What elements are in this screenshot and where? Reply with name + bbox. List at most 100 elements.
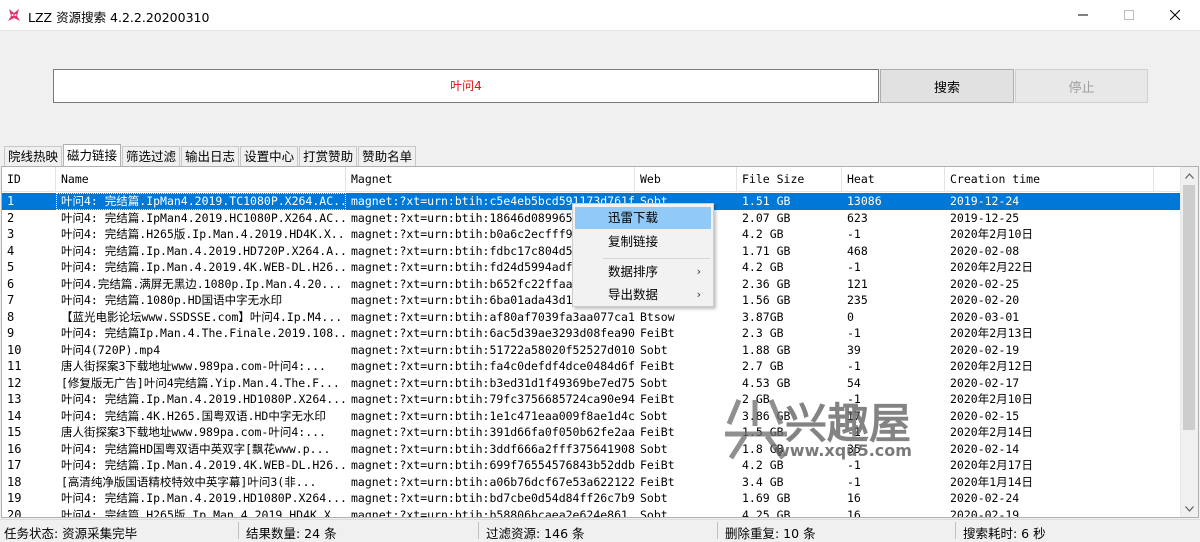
maximize-icon — [1124, 10, 1134, 20]
cell-id: 13 — [7, 392, 22, 406]
scroll-thumb[interactable] — [1183, 185, 1195, 430]
tab-filter[interactable]: 筛选过滤 — [122, 146, 181, 166]
cell-heat: 16 — [847, 491, 861, 505]
cell-creation-time: 2020年2月17日 — [950, 458, 1033, 472]
cell-id: 8 — [7, 309, 15, 324]
cell-creation-time: 2020-03-01 — [950, 309, 1020, 324]
table-row[interactable]: 9 叶问4: 完结篇Ip.Man.4.The.Finale.2019.108...… — [2, 325, 1182, 342]
cell-creation-time: 2020-02-19 — [950, 342, 1020, 357]
cell-heat: 121 — [847, 276, 868, 291]
cell-name: 叶问4: 完结篇.Ip.Man.4.2019.4K.WEB-DL.H26... — [61, 260, 346, 274]
column-header-id[interactable]: ID — [2, 167, 56, 191]
cell-name: 叶问4: 完结篇.Ip.Man.4.2019.HD1080P.X264... — [61, 491, 346, 505]
cell-id: 17 — [7, 458, 22, 472]
tab-settings[interactable]: 设置中心 — [240, 146, 299, 166]
table-row[interactable]: 16 叶问4: 完结篇HD国粤双语中英双字[飘花www.p... magnet:?x… — [2, 441, 1182, 458]
cell-creation-time: 2020-02-25 — [950, 276, 1020, 291]
cell-creation-time: 2020年2月12日 — [950, 359, 1033, 373]
cell-file-size: 2.7 GB — [742, 359, 784, 373]
cell-web: Sobt — [640, 441, 668, 456]
column-header-name[interactable]: Name — [56, 167, 346, 191]
cell-heat: 13086 — [847, 194, 882, 208]
column-header-heat[interactable]: Heat — [842, 167, 945, 191]
search-input[interactable]: 叶问4 — [53, 69, 879, 103]
cell-name: [高清纯净版国语精校特效中英字幕]叶问3(非... — [61, 474, 317, 489]
cell-name: 叶问4: 完结篇.H265版.Ip.Man.4.2019.HD4K.X... — [61, 227, 346, 241]
cell-creation-time: 2020年2月13日 — [950, 326, 1033, 340]
cell-heat: 16 — [847, 507, 861, 518]
cell-web: FeiBt — [640, 425, 675, 439]
tab-magnet-links[interactable]: 磁力链接 — [63, 144, 122, 166]
scroll-up-button[interactable] — [1181, 167, 1198, 184]
vertical-scrollbar[interactable] — [1180, 167, 1198, 517]
cell-web: Sobt — [640, 375, 668, 390]
status-divider — [955, 522, 956, 539]
column-header-creation-time[interactable]: Creation time — [945, 167, 1154, 191]
cell-magnet: magnet:?xt=urn:btih:79fc3756685724ca90e9… — [351, 392, 635, 406]
cell-file-size: 4.2 GB — [742, 260, 784, 274]
cell-id: 15 — [7, 425, 22, 439]
status-results: 结果数量: 24 条 — [246, 526, 337, 541]
app-logo-icon — [8, 9, 20, 21]
cell-magnet: magnet:?xt=urn:btih:bd7cbe0d54d84ff26c7b… — [351, 491, 635, 505]
menu-item-thunder-download[interactable]: 迅雷下载 — [575, 207, 711, 229]
cell-magnet: magnet:?xt=urn:btih:51722a58020f52527d01… — [351, 342, 635, 357]
maximize-button[interactable] — [1106, 0, 1152, 30]
cell-file-size: 1.51 GB — [742, 194, 791, 208]
table-row[interactable]: 11 唐人街探案3下载地址www.989pa.com-叶问4:... magnet:… — [2, 358, 1182, 375]
cell-file-size: 2.07 GB — [742, 210, 791, 225]
column-header-web[interactable]: Web — [635, 167, 737, 191]
tab-sponsors[interactable]: 赞助名单 — [358, 146, 417, 166]
menu-item-export-data[interactable]: 导出数据 › — [575, 284, 711, 306]
menu-item-sort-data[interactable]: 数据排序 › — [575, 261, 711, 283]
cell-id: 18 — [7, 474, 22, 489]
cell-creation-time: 2020-02-15 — [950, 408, 1020, 423]
cell-file-size: 1.56 GB — [742, 293, 791, 307]
column-header-file-size[interactable]: File Size — [737, 167, 842, 191]
table-row[interactable]: 20 叶问4: 完结篇.H265版.Ip.Man.4.2019.HD4K.X...… — [2, 507, 1182, 518]
table-row[interactable]: 14 叶问4: 完结篇.4K.H265.国粤双语.HD中字无水印 magnet:?x… — [2, 408, 1182, 425]
table-row[interactable]: 17 叶问4: 完结篇.Ip.Man.4.2019.4K.WEB-DL.H26..… — [2, 457, 1182, 474]
search-button[interactable]: 搜索 — [880, 69, 1014, 103]
cell-name: 叶问4: 完结篇.IpMan4.2019.HC1080P.X264.AC... — [61, 210, 346, 225]
cell-id: 11 — [7, 359, 22, 373]
status-divider — [717, 522, 718, 539]
cell-file-size: 4.53 GB — [742, 375, 791, 390]
cell-name: 叶问4: 完结篇.4K.H265.国粤双语.HD中字无水印 — [61, 408, 326, 423]
cell-heat: -1 — [847, 260, 861, 274]
status-elapsed: 搜索耗时: 6 秒 — [963, 526, 1046, 541]
table-row[interactable]: 13 叶问4: 完结篇.Ip.Man.4.2019.HD1080P.X264...… — [2, 391, 1182, 408]
status-divider — [478, 522, 479, 539]
cell-id: 20 — [7, 507, 22, 518]
table-header: ID Name Magnet Web File Size Heat Creati… — [2, 167, 1182, 192]
cell-magnet: magnet:?xt=urn:btih:fa4c0defdf4dce0484d6… — [351, 359, 635, 373]
table-row[interactable]: 19 叶问4: 完结篇.Ip.Man.4.2019.HD1080P.X264...… — [2, 490, 1182, 507]
cell-heat: 623 — [847, 210, 868, 225]
menu-item-copy-link[interactable]: 复制链接 — [575, 231, 711, 253]
cell-id: 6 — [7, 276, 15, 291]
tab-now-showing[interactable]: 院线热映 — [4, 146, 63, 166]
close-button[interactable] — [1152, 0, 1198, 30]
chevron-down-icon — [1185, 505, 1194, 512]
scroll-down-button[interactable] — [1181, 500, 1198, 517]
column-header-magnet[interactable]: Magnet — [346, 167, 635, 191]
table-row[interactable]: 8 【蓝光电影论坛www.SSDSSE.com】叶问4.Ip.M4... magne… — [2, 309, 1182, 326]
chevron-up-icon — [1185, 172, 1194, 179]
cell-web: Sobt — [640, 491, 668, 505]
tab-donate[interactable]: 打赏赞助 — [299, 146, 358, 166]
cell-magnet: magnet:?xt=urn:btih:1e1c471eaa009f8ae1d4… — [351, 408, 635, 423]
cell-creation-time: 2020-02-17 — [950, 375, 1020, 390]
minimize-icon — [1078, 14, 1088, 16]
table-row[interactable]: 12 [修复版无广告]叶问4完结篇.Yip.Man.4.The.F... magne… — [2, 375, 1182, 392]
tab-output-log[interactable]: 输出日志 — [181, 146, 240, 166]
table-row[interactable]: 10 叶问4(720P).mp4 magnet:?xt=urn:btih:51722… — [2, 342, 1182, 359]
menu-item-label: 复制链接 — [608, 234, 659, 249]
search-area: 叶问4 搜索 停止 — [0, 31, 1200, 141]
stop-button[interactable]: 停止 — [1015, 69, 1148, 103]
tab-bar: 院线热映 磁力链接 筛选过滤 输出日志 设置中心 打赏赞助 赞助名单 — [4, 144, 417, 166]
minimize-button[interactable] — [1060, 0, 1106, 30]
table-row[interactable]: 18 [高清纯净版国语精校特效中英字幕]叶问3(非... magnet:?xt=ur… — [2, 474, 1182, 491]
table-row[interactable]: 15 唐人街探案3下载地址www.989pa.com-叶问4:... magnet:… — [2, 424, 1182, 441]
menu-item-label: 数据排序 — [608, 264, 659, 279]
cell-heat: 468 — [847, 243, 868, 258]
